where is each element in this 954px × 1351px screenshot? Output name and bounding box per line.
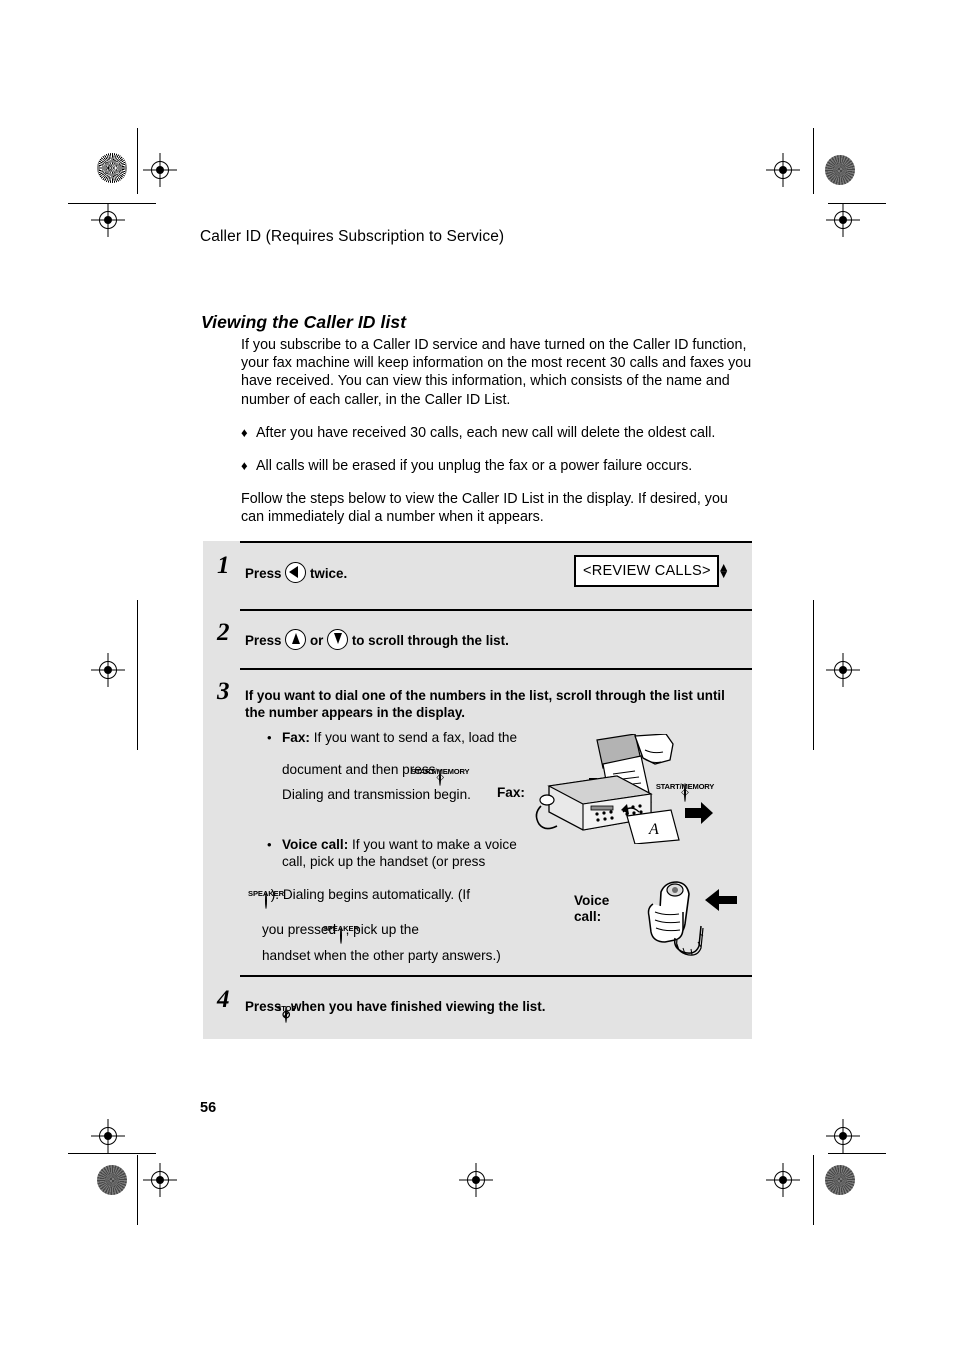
stop-symbol-icon: ⊘ [281, 1008, 291, 1021]
registration-mark-right-middle [826, 653, 860, 687]
step-1-number: 1 [217, 552, 230, 579]
voice-bullet-line-3: SPEAKER ). Dialing begins automatically.… [248, 886, 565, 909]
registration-mark-right-lower [826, 1119, 860, 1153]
registration-mark-top-right-inner [766, 153, 800, 187]
voice-bullet-line-1: Voice call: If you want to make a voice [282, 836, 572, 853]
step-2-press-label: Press [245, 633, 282, 648]
step-1-text: Press twice. [245, 562, 347, 583]
fax-bullet-icon: • [267, 730, 272, 745]
voice-line-1-text: If you want to make a voice [352, 837, 517, 852]
voice-bullet-line-4: you pressed SPEAKER , pick up the [262, 921, 562, 944]
voice-line-3-post: ). Dialing begins automatically. (If [270, 887, 470, 902]
step-1-press-label: Press [245, 566, 282, 581]
step-3-number: 3 [217, 678, 230, 705]
step-1-after-text: twice. [309, 566, 348, 581]
registration-mark-bottom-center [459, 1163, 493, 1197]
fax-line-1-text: If you want to send a fax, load the [313, 730, 518, 745]
crop-rule-vertical-left-middle [137, 600, 138, 750]
crop-rule-horizontal-left-lower [68, 1153, 156, 1154]
diamond-bullet-icon: ♦ [241, 458, 248, 474]
up-arrow-key-icon[interactable] [285, 629, 307, 650]
step-divider-2-3 [240, 668, 752, 670]
voice-illustration-label: Voice call: [574, 893, 609, 925]
voice-bullet-line-5: handset when the other party answers.) [262, 948, 501, 963]
lcd-display-review-calls: <REVIEW CALLS> ▲ ▼ [574, 555, 730, 587]
crop-rule-horizontal-right-lower [828, 1153, 886, 1154]
start-memory-symbol-icon: ◇ [681, 786, 689, 798]
crop-rule-vertical-right-middle [813, 600, 814, 750]
voice-label-line-2: call: [574, 909, 602, 924]
fax-illustration-label: Fax: [497, 785, 525, 800]
intro-paragraph-2: Follow the steps below to view the Calle… [241, 491, 728, 526]
crop-rule-vertical-top-left [137, 128, 138, 194]
registration-mark-bottom-right [766, 1163, 800, 1197]
registration-mark-left-upper [91, 203, 125, 237]
speaker-key-caption: SPEAKER [322, 924, 359, 933]
registration-mark-bottom-left-inner [143, 1163, 177, 1197]
speaker-key-icon[interactable]: SPEAKER [323, 925, 359, 944]
running-head: Caller ID (Requires Subscription to Serv… [200, 228, 505, 245]
halftone-dot-top-right [825, 155, 855, 185]
step-4-after-text: when you have finished viewing the list. [290, 999, 546, 1014]
stop-key-icon[interactable]: STOP ⊘ [276, 1005, 296, 1023]
crop-rule-vertical-bottom-left [137, 1155, 138, 1225]
lcd-text: <REVIEW CALLS> [583, 562, 711, 579]
svg-text:A: A [648, 821, 659, 838]
intro-bullet-2: ♦ All calls will be erased if you unplug… [241, 457, 753, 475]
intro-paragraph-1: If you subscribe to a Caller ID service … [241, 337, 752, 408]
diamond-bullet-icon: ♦ [241, 424, 248, 440]
down-arrow-key-icon[interactable] [327, 629, 349, 650]
handset-illustration [639, 878, 749, 958]
lcd-scroll-arrows: ▲ ▼ [717, 561, 730, 581]
step-divider-3-4 [240, 975, 752, 977]
step-3-heading: If you want to dial one of the numbers i… [245, 688, 725, 720]
speaker-key-caption: SPEAKER [247, 889, 285, 898]
page-number: 56 [200, 1100, 217, 1116]
intro-bullet-1-text: After you have received 30 calls, each n… [256, 424, 716, 441]
registration-mark-top-left-inner [143, 153, 177, 187]
crop-rule-vertical-bottom-right [813, 1155, 814, 1225]
step-4-number: 4 [217, 986, 230, 1013]
step-2-after-text: to scroll through the list. [351, 633, 509, 648]
voice-lead-label: Voice call: [282, 837, 349, 852]
speaker-key-icon[interactable]: SPEAKER [248, 890, 284, 909]
crop-rule-vertical-top-right [813, 128, 814, 194]
step-divider-1-2 [240, 609, 752, 611]
start-memory-symbol-icon: ◇ [436, 771, 445, 783]
halftone-dot-top-left [97, 153, 127, 183]
step-4-text: Press STOP ⊘ when you have finished view… [245, 998, 545, 1023]
start-memory-key-icon[interactable]: START/MEMORY ◇ [411, 768, 470, 786]
intro-bullet-2-text: All calls will be erased if you unplug t… [256, 458, 693, 475]
down-triangle-icon: ▼ [717, 566, 730, 581]
voice-bullet-line-2: call, pick up the handset (or press [282, 854, 486, 869]
start-memory-key-icon-illustration[interactable]: START/MEMORY ◇ [656, 783, 714, 802]
step-2-text: Press or to scroll through the list. [245, 629, 509, 650]
fax-lead-label: Fax: [282, 730, 310, 745]
page-title: Viewing the Caller ID list [201, 311, 407, 332]
halftone-dot-bottom-left [97, 1165, 127, 1195]
voice-label-line-1: Voice [574, 893, 610, 908]
registration-mark-left-lower [91, 1119, 125, 1153]
registration-mark-right-upper [826, 203, 860, 237]
left-arrow-key-icon[interactable] [285, 562, 307, 583]
voice-bullet-icon: • [267, 837, 272, 852]
halftone-dot-bottom-right [825, 1165, 855, 1195]
registration-mark-left-middle [91, 653, 125, 687]
step-2-number: 2 [217, 619, 230, 646]
step-divider-top [240, 541, 752, 543]
intro-block: If you subscribe to a Caller ID service … [241, 336, 753, 542]
step-2-or-label: or [309, 633, 324, 648]
intro-bullet-1: ♦ After you have received 30 calls, each… [241, 424, 753, 442]
procedure-panel: 1 Press twice. <REVIEW CALLS> ▲ ▼ 2 Pres… [203, 541, 752, 1039]
